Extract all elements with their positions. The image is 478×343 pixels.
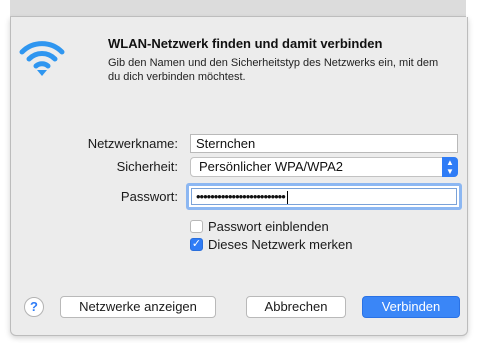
security-label: Sicherheit: (116, 159, 178, 174)
password-dots: ••••••••••••••••••••••••• (196, 189, 286, 204)
show-password-label: Passwort einblenden (208, 219, 329, 234)
show-password-checkbox-row[interactable]: Passwort einblenden (190, 219, 329, 234)
connect-button[interactable]: Verbinden (362, 296, 460, 318)
text-caret (286, 191, 288, 204)
remember-network-checkbox[interactable]: ✓ (190, 238, 203, 251)
dialog-description: Gib den Namen und den Sicherheitstyp des… (108, 57, 439, 83)
security-selected-value: Persönlicher WPA/WPA2 (199, 159, 344, 174)
network-name-label: Netzwerkname: (87, 136, 178, 151)
remember-network-checkbox-row[interactable]: ✓ Dieses Netzwerk merken (190, 237, 353, 252)
window-top-bar (10, 0, 466, 17)
password-label: Passwort: (120, 189, 178, 204)
remember-network-label: Dieses Netzwerk merken (208, 237, 353, 252)
password-field-focus-ring[interactable]: ••••••••••••••••••••••••• (186, 183, 462, 210)
password-input[interactable]: ••••••••••••••••••••••••• (191, 188, 457, 205)
show-networks-button[interactable]: Netzwerke anzeigen (60, 296, 216, 318)
dialog-title: WLAN-Netzwerk finden und damit verbinden (108, 36, 383, 51)
wifi-icon (19, 41, 65, 76)
network-name-input[interactable]: Sternchen (190, 134, 458, 153)
cancel-button[interactable]: Abbrechen (246, 296, 346, 318)
show-password-checkbox[interactable] (190, 220, 203, 233)
security-select[interactable]: Persönlicher WPA/WPA2 ▲ ▼ (190, 157, 458, 177)
help-button[interactable]: ? (24, 297, 44, 317)
chevron-up-down-icon: ▲ ▼ (442, 157, 458, 177)
